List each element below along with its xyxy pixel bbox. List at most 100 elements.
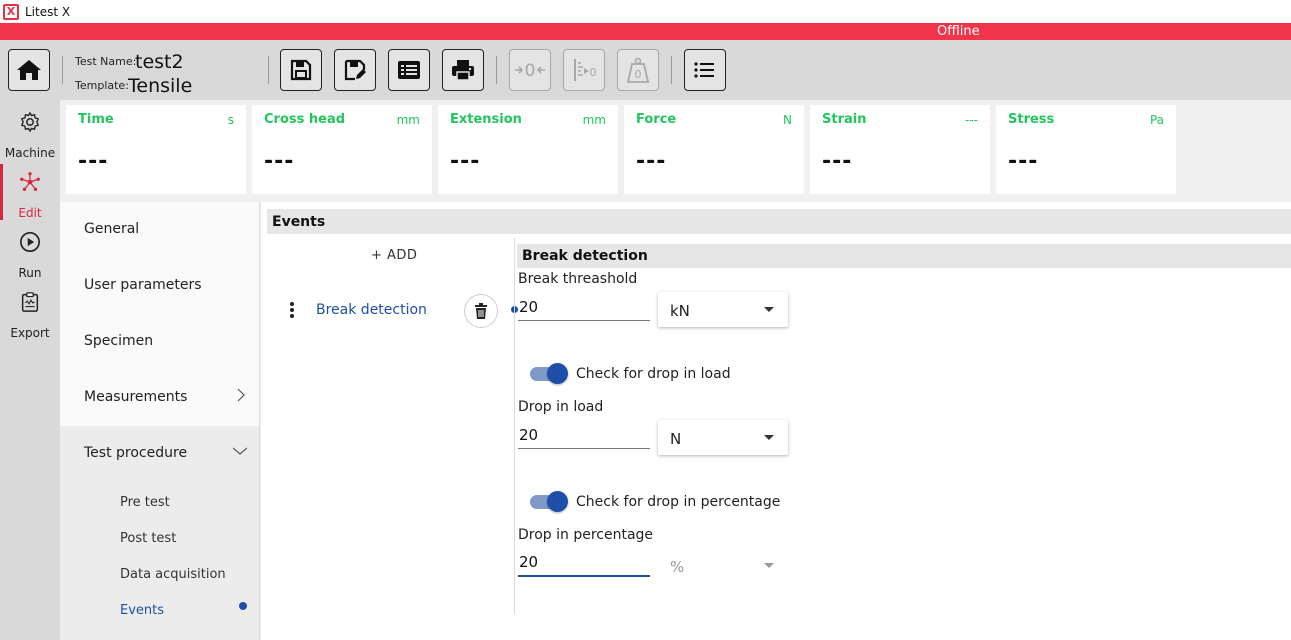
measurement-card-extension: Extension mm --- [438,105,618,194]
menu-list-button[interactable] [684,49,726,91]
events-panel: Events + ADD Break detection Break detec… [261,202,1291,640]
app-title: Litest X [25,4,71,19]
template-label: Template: [75,79,129,92]
app-logo-icon: X [3,3,19,20]
event-list-item[interactable]: Break detection [281,294,521,328]
menu-item-test-procedure[interactable]: Test procedure [60,426,259,482]
delete-event-button[interactable] [464,294,498,328]
toolbar-separator [62,56,63,84]
tare-load-icon: 0 [626,57,650,83]
card-unit: Pa [1149,113,1164,127]
submenu-item-events[interactable]: Events [120,603,164,618]
print-icon [452,60,474,81]
zero-extensometer-button[interactable]: 0 [563,49,605,91]
drop-in-load-label: Drop in load [518,399,604,415]
menu-item-measurements[interactable]: Measurements [60,370,259,426]
caret-down-icon [764,435,774,440]
menu-label: User parameters [84,277,202,293]
drop-in-percentage-toggle[interactable] [530,491,568,512]
home-button[interactable] [8,49,50,91]
menu-item-specimen[interactable]: Specimen [60,314,259,370]
add-event-button[interactable]: + ADD [371,248,417,263]
drop-in-load-toggle[interactable] [530,363,568,384]
menu-list-icon [694,62,714,78]
events-header: Events [267,209,1291,234]
card-value: --- [1008,149,1039,174]
menu-item-user-parameters[interactable]: User parameters [60,258,259,314]
break-threshold-label: Break threashold [518,271,638,287]
card-unit: N [783,113,792,127]
print-button[interactable] [442,49,484,91]
nav-label-run: Run [18,266,42,280]
connection-status-bar: Offline [0,23,1291,40]
svg-text:0: 0 [635,68,642,81]
clipboard-icon [21,292,39,312]
home-icon [17,60,41,80]
measurement-card-cross-head: Cross head mm --- [252,105,432,194]
submenu-item-pre-test[interactable]: Pre test [120,495,170,510]
settings-menu: General User parameters Specimen Measure… [60,202,260,640]
nav-item-machine[interactable]: Machine [0,100,60,160]
card-value: --- [78,149,109,174]
save-button[interactable] [280,49,322,91]
caret-down-icon [764,307,774,312]
menu-label: General [84,221,140,237]
template-value: Tensile [128,75,193,97]
nav-label-export: Export [10,326,50,340]
events-title: Events [272,214,326,230]
select-value: kN [670,302,690,320]
measurement-card-stress: Stress Pa --- [996,105,1176,194]
select-value: % [670,558,685,576]
nav-item-edit[interactable]: Edit [0,160,60,220]
break-threshold-input[interactable] [518,293,650,321]
drop-in-percentage-label: Drop in percentage [518,527,654,543]
submenu-item-post-test[interactable]: Post test [120,531,176,546]
toolbar-separator [671,56,672,84]
active-indicator-dot [239,602,247,610]
card-label: Force [636,112,677,127]
card-unit: --- [965,113,978,127]
card-label: Stress [1008,112,1055,127]
connection-status-text: Offline [937,24,980,39]
measurement-card-strain: Strain --- --- [810,105,990,194]
break-detection-header: Break detection [517,244,1291,268]
drop-in-load-input[interactable] [518,421,650,449]
drag-handle-icon[interactable] [288,301,296,319]
nav-item-run[interactable]: Run [0,220,60,280]
save-as-button[interactable] [334,49,376,91]
title-bar: X Litest X [0,0,1291,23]
toggle-thumb [547,363,568,384]
drop-in-percentage-unit-select[interactable]: % [658,548,788,583]
card-unit: s [227,113,234,127]
card-unit: mm [396,113,420,127]
gear-icon [21,112,39,132]
card-value: --- [450,149,481,174]
event-label[interactable]: Break detection [316,302,427,318]
menu-label: Test procedure [84,445,188,461]
save-as-icon [344,59,366,81]
measurement-card-force: Force N --- [624,105,804,194]
card-unit: mm [582,113,606,127]
drop-in-load-unit-select[interactable]: N [658,420,788,455]
menu-item-general[interactable]: General [60,202,259,258]
toolbar-separator [268,56,269,84]
card-value: --- [264,149,295,174]
break-detection-title: Break detection [522,248,648,264]
play-icon [20,232,40,252]
trash-icon [475,303,487,319]
submenu-item-data-acquisition[interactable]: Data acquisition [120,567,226,582]
zero-position-button[interactable]: 0 [509,49,551,91]
zero-icon: 0 [515,61,545,81]
toolbar: Test Name: test2 Template: Tensile 0 0 0 [0,40,1291,100]
caret-down-icon [764,563,774,568]
card-label: Strain [822,112,867,127]
nav-item-export[interactable]: Export [0,280,60,340]
break-threshold-unit-select[interactable]: kN [658,292,788,327]
tare-load-button[interactable]: 0 [617,49,659,91]
menu-label: Specimen [84,333,154,349]
test-name-value: test2 [135,51,184,73]
toolbar-separator [496,56,497,84]
toggle-thumb [547,491,568,512]
drop-in-percentage-input[interactable] [518,549,650,577]
details-button[interactable] [388,49,430,91]
